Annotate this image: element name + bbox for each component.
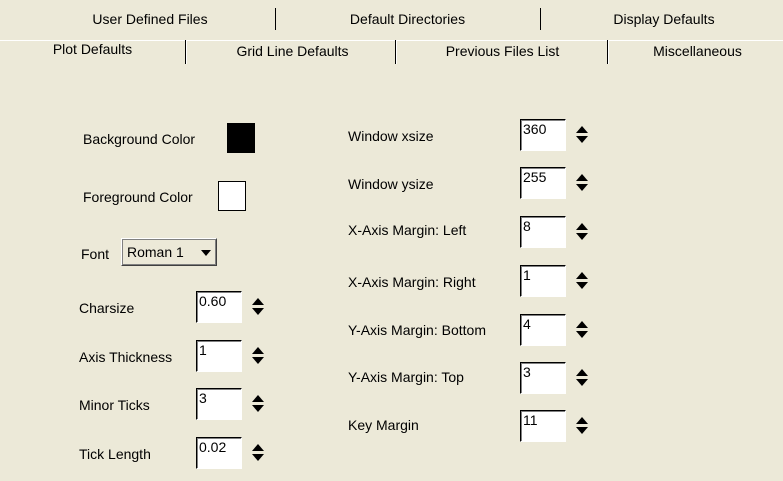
- y-axis-margin-bottom-input[interactable]: [520, 314, 566, 346]
- y-axis-margin-top-label: Y-Axis Margin: Top: [348, 369, 464, 385]
- tab-display-defaults[interactable]: Display Defaults: [545, 8, 783, 30]
- x-axis-margin-left-spinner: [520, 216, 600, 248]
- x-axis-margin-left-label: X-Axis Margin: Left: [348, 222, 467, 238]
- spin-arrows-icon[interactable]: [576, 174, 588, 192]
- tab-user-defined-files[interactable]: User Defined Files: [30, 8, 270, 30]
- axis-thickness-spinner: [196, 340, 276, 372]
- minor-ticks-label: Minor Ticks: [79, 397, 150, 413]
- plot-defaults-panel: Background Color Foreground Color Font R…: [0, 40, 783, 481]
- x-axis-margin-left-input[interactable]: [520, 216, 566, 248]
- x-axis-margin-right-spinner: [520, 265, 600, 297]
- window-ysize-label: Window ysize: [348, 176, 434, 192]
- y-axis-margin-bottom-spinner: [520, 314, 600, 346]
- tab-previous-files-list[interactable]: Previous Files List: [400, 40, 605, 62]
- tick-length-spinner: [196, 437, 276, 469]
- spin-arrows-icon[interactable]: [576, 417, 588, 435]
- spin-arrows-icon[interactable]: [576, 272, 588, 290]
- spin-arrows-icon[interactable]: [252, 444, 264, 462]
- spin-arrows-icon[interactable]: [576, 369, 588, 387]
- y-axis-margin-top-spinner: [520, 362, 600, 394]
- window-xsize-spinner: [520, 119, 600, 151]
- tab-separator: [540, 8, 541, 30]
- tab-separator-light: [396, 40, 397, 64]
- tab-default-directories[interactable]: Default Directories: [280, 8, 535, 30]
- spin-arrows-icon[interactable]: [576, 126, 588, 144]
- minor-ticks-spinner: [196, 388, 276, 420]
- chevron-down-icon: [201, 250, 211, 256]
- spin-arrows-icon[interactable]: [576, 321, 588, 339]
- font-dropdown[interactable]: Roman 1: [121, 238, 217, 266]
- tab-row-front: Plot Defaults Grid Line Defaults Previou…: [0, 38, 783, 64]
- charsize-input[interactable]: [196, 291, 242, 323]
- foreground-color-swatch[interactable]: [218, 181, 246, 211]
- tab-separator-light: [608, 40, 609, 64]
- tab-separator: [275, 8, 276, 30]
- background-color-swatch[interactable]: [227, 123, 255, 153]
- tab-separator-light: [186, 40, 187, 64]
- spin-arrows-icon[interactable]: [252, 395, 264, 413]
- y-axis-margin-top-input[interactable]: [520, 362, 566, 394]
- charsize-label: Charsize: [79, 300, 135, 316]
- background-color-label: Background Color: [83, 131, 196, 147]
- tab-grid-line-defaults[interactable]: Grid Line Defaults: [190, 40, 395, 62]
- spin-arrows-icon[interactable]: [576, 223, 588, 241]
- tab-plot-defaults[interactable]: Plot Defaults: [0, 38, 185, 60]
- tab-row-back: User Defined Files Default Directories D…: [0, 8, 783, 30]
- window-xsize-label: Window xsize: [348, 128, 434, 144]
- key-margin-label: Key Margin: [348, 417, 419, 433]
- minor-ticks-input[interactable]: [196, 388, 242, 420]
- key-margin-spinner: [520, 410, 600, 442]
- y-axis-margin-bottom-label: Y-Axis Margin: Bottom: [348, 322, 486, 338]
- charsize-spinner: [196, 291, 276, 323]
- axis-thickness-input[interactable]: [196, 340, 242, 372]
- window-xsize-input[interactable]: [520, 119, 566, 151]
- tick-length-label: Tick Length: [79, 446, 151, 462]
- tab-miscellaneous[interactable]: Miscellaneous: [612, 40, 783, 62]
- window-ysize-spinner: [520, 167, 600, 199]
- spin-arrows-icon[interactable]: [252, 298, 264, 316]
- key-margin-input[interactable]: [520, 410, 566, 442]
- tick-length-input[interactable]: [196, 437, 242, 469]
- x-axis-margin-right-label: X-Axis Margin: Right: [348, 274, 476, 290]
- foreground-color-label: Foreground Color: [83, 189, 193, 205]
- spin-arrows-icon[interactable]: [252, 347, 264, 365]
- axis-thickness-label: Axis Thickness: [79, 349, 173, 365]
- x-axis-margin-right-input[interactable]: [520, 265, 566, 297]
- window-ysize-input[interactable]: [520, 167, 566, 199]
- font-dropdown-value: Roman 1: [127, 244, 184, 260]
- font-label: Font: [81, 246, 110, 262]
